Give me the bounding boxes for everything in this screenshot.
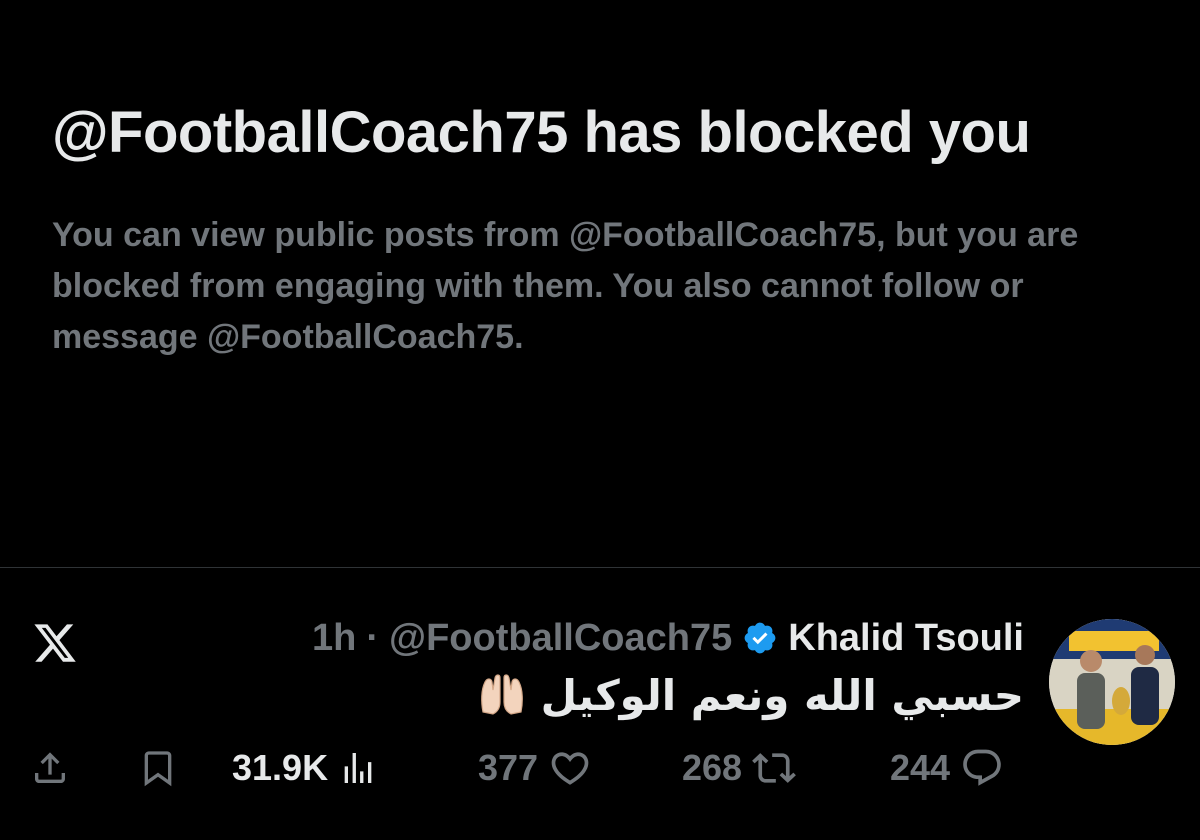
like-button[interactable]: 377	[478, 738, 592, 798]
tweet-text: حسبي الله ونعم الوكيل	[540, 670, 1024, 720]
tweet-header: 1h · @FootballCoach75 Khalid Tsouli	[312, 612, 1024, 664]
retweet-button[interactable]: 268	[682, 738, 796, 798]
share-button[interactable]	[30, 738, 70, 798]
avatar[interactable]	[1049, 619, 1175, 745]
blocked-title: @FootballCoach75 has blocked you	[52, 100, 1031, 165]
retweets-count: 268	[682, 747, 743, 788]
bookmark-button[interactable]	[138, 738, 178, 798]
tweet-time[interactable]: 1h	[312, 617, 356, 660]
views-count: 31.9K	[232, 747, 329, 788]
divider	[0, 567, 1200, 568]
blocked-notice: @FootballCoach75 has blocked you You can…	[52, 100, 1162, 363]
author-handle[interactable]: @FootballCoach75	[389, 617, 732, 660]
blocked-description: You can view public posts from @Football…	[52, 216, 1079, 356]
retweet-icon	[752, 753, 796, 783]
raised-palms-emoji	[477, 672, 527, 718]
author-name[interactable]: Khalid Tsouli	[788, 617, 1024, 660]
meta-separator: ·	[366, 616, 380, 659]
heart-icon	[551, 752, 589, 785]
reply-button[interactable]: 244	[890, 738, 1004, 798]
replies-count: 244	[890, 747, 951, 788]
reply-icon	[963, 749, 1001, 786]
verified-badge-icon	[742, 620, 778, 656]
blocked-profile-screen: @FootballCoach75 has blocked you You can…	[0, 0, 1200, 840]
views-button[interactable]: 31.9K	[232, 738, 378, 798]
x-logo-icon	[30, 620, 80, 666]
bookmark-icon	[144, 751, 172, 787]
share-icon	[35, 752, 65, 783]
tweet-text-row: حسبي الله ونعم الوكيل	[477, 668, 1024, 722]
analytics-icon	[344, 753, 372, 783]
likes-count: 377	[478, 747, 539, 788]
